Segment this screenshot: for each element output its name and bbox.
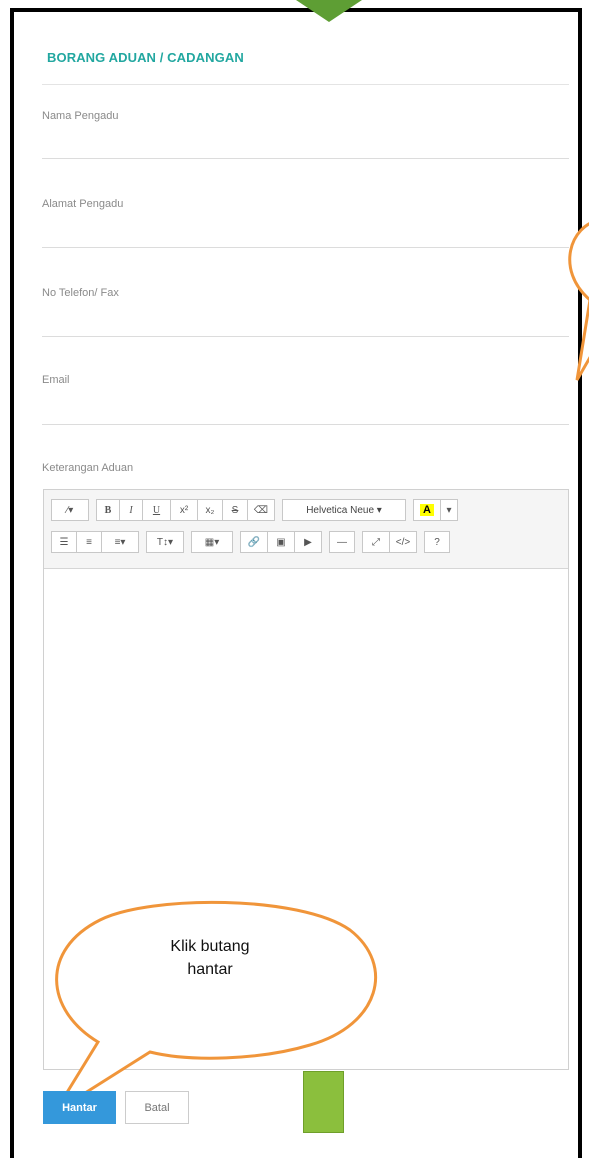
right-callout-bubble xyxy=(568,222,589,381)
callout-line-1: Klik butang xyxy=(170,938,250,955)
callout-annotations xyxy=(53,222,589,1114)
callout-text: Klik butang hantar xyxy=(140,935,280,981)
batal-button[interactable]: Batal xyxy=(125,1091,189,1124)
green-block xyxy=(303,1071,344,1133)
hantar-button[interactable]: Hantar xyxy=(43,1091,116,1124)
callout-line-2: hantar xyxy=(187,961,233,978)
